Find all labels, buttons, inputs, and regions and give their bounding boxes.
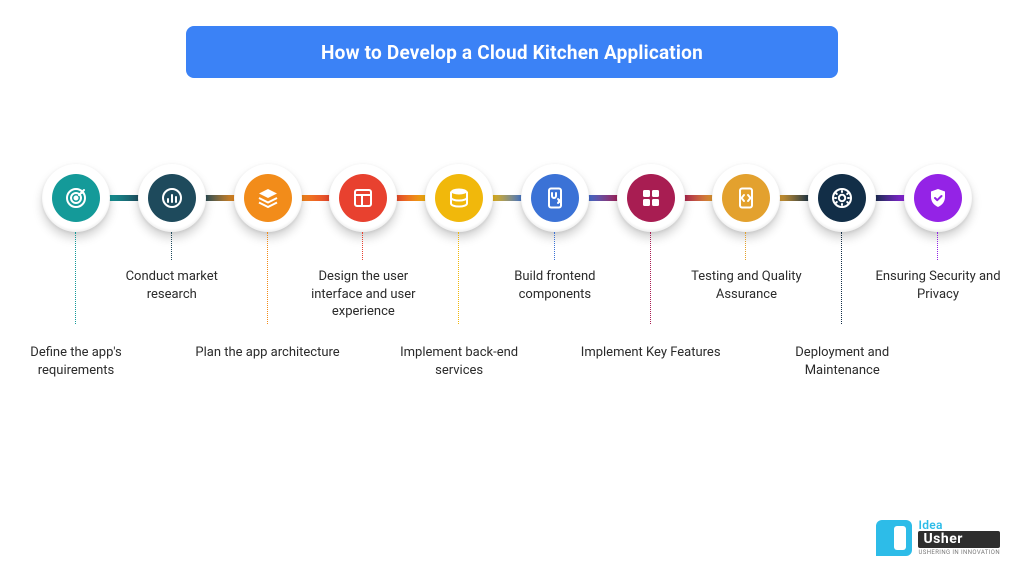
connector [107, 195, 141, 201]
shield-icon [914, 174, 962, 222]
step-node [138, 164, 206, 232]
connector [682, 195, 716, 201]
ux-icon [531, 174, 579, 222]
apps-icon [627, 174, 675, 222]
database-icon [435, 174, 483, 222]
step-label: Implement back-end services [384, 344, 534, 379]
step-label: Ensuring Security and Privacy [868, 268, 1008, 303]
connector [203, 195, 237, 201]
steps-row [42, 154, 972, 242]
page-title: How to Develop a Cloud Kitchen Applicati… [186, 26, 838, 78]
brand-logo: Idea Usher USHERING IN INNOVATION [876, 519, 1000, 556]
step-label: Implement Key Features [576, 344, 726, 362]
leader-line [745, 232, 747, 260]
connector [299, 195, 333, 201]
step-label: Testing and Quality Assurance [676, 268, 816, 303]
step-node [234, 164, 302, 232]
step-node [521, 164, 589, 232]
logo-tagline: USHERING IN INNOVATION [918, 550, 1000, 556]
step-node [808, 164, 876, 232]
chart-icon [148, 174, 196, 222]
step-label: Deployment and Maintenance [767, 344, 917, 379]
step-node [42, 164, 110, 232]
step-label: Design the user interface and user exper… [293, 268, 433, 321]
leader-line [937, 232, 939, 260]
gear-icon [818, 174, 866, 222]
step-node [617, 164, 685, 232]
code-icon [722, 174, 770, 222]
leader-line [554, 232, 556, 260]
leader-line [267, 232, 269, 324]
step-label: Build frontend components [485, 268, 625, 303]
step-node [329, 164, 397, 232]
layers-icon [244, 174, 292, 222]
target-icon [52, 174, 100, 222]
logo-text-top: Idea [918, 519, 1000, 531]
connector [873, 195, 907, 201]
leader-line [171, 232, 173, 260]
leader-line [841, 232, 843, 324]
leader-line [650, 232, 652, 324]
connector [490, 195, 524, 201]
step-label: Plan the app architecture [193, 344, 343, 362]
layout-icon [339, 174, 387, 222]
step-label: Define the app's requirements [1, 344, 151, 379]
logo-text-bottom: Usher [918, 531, 1000, 548]
logo-mark-icon [876, 520, 912, 556]
connector [777, 195, 811, 201]
connector [586, 195, 620, 201]
step-label: Conduct market research [102, 268, 242, 303]
step-node [425, 164, 493, 232]
leader-line [362, 232, 364, 260]
step-node [904, 164, 972, 232]
leader-line [458, 232, 460, 324]
connector [394, 195, 428, 201]
step-node [712, 164, 780, 232]
leader-line [75, 232, 77, 324]
